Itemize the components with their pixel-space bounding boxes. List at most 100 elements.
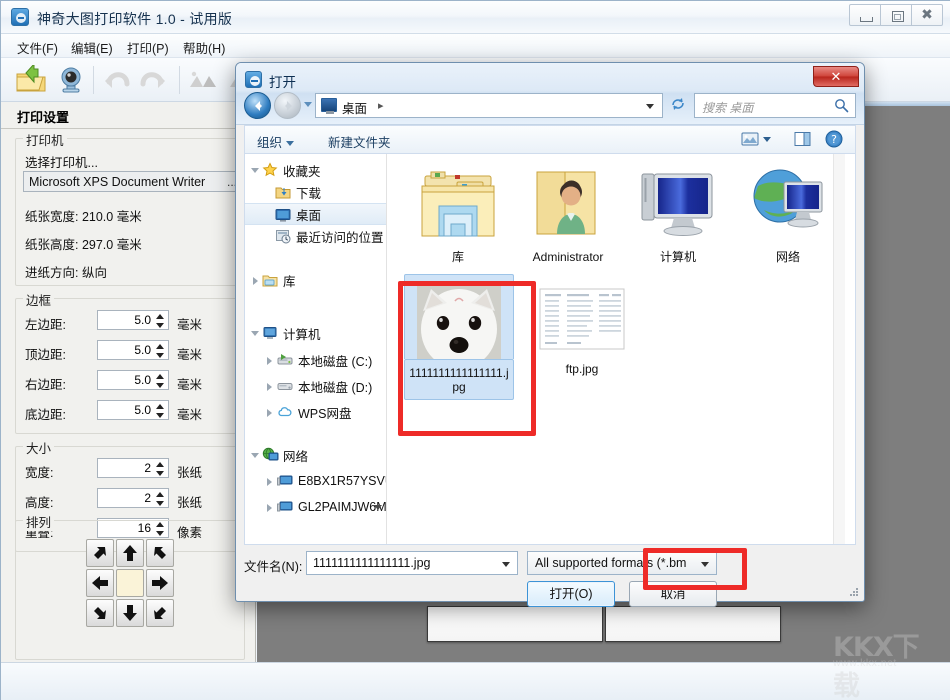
feed-direction-text: 进纸方向: 纵向 xyxy=(25,262,107,281)
width-input[interactable]: 2 xyxy=(97,458,169,478)
menu-item-help[interactable]: 帮助(H) xyxy=(183,38,225,57)
printer-select[interactable]: Microsoft XPS Document Writer ... xyxy=(23,171,241,192)
minimize-button[interactable] xyxy=(849,4,881,26)
filename-label: 文件名(N): xyxy=(244,556,302,575)
open-button[interactable]: 打开(O) xyxy=(527,581,615,607)
sidebar-item-network-host-2[interactable]: GL2PAIMJW6M xyxy=(245,496,387,518)
search-placeholder: 搜索 桌面 xyxy=(702,99,753,116)
arrow-down-right-icon[interactable] xyxy=(146,599,174,627)
chevron-collapsed-icon[interactable] xyxy=(267,478,272,486)
right-margin-stepper[interactable] xyxy=(156,373,165,389)
sidebar-item-wps-cloud[interactable]: WPS网盘 xyxy=(245,401,387,423)
filename-input[interactable]: 1111111111111111.jpg xyxy=(306,551,518,575)
arrow-forward-icon[interactable] xyxy=(274,92,301,119)
arrow-right-icon[interactable] xyxy=(146,569,174,597)
chevron-down-icon[interactable] xyxy=(304,102,312,107)
menu-item-print[interactable]: 打印(P) xyxy=(127,38,169,57)
search-input[interactable]: 搜索 桌面 xyxy=(694,93,856,118)
arrow-up-left-icon[interactable] xyxy=(86,539,114,567)
right-margin-input[interactable]: 5.0 xyxy=(97,370,169,390)
chevron-collapsed-icon[interactable] xyxy=(253,277,258,285)
sidebar-item-downloads[interactable]: 下载 xyxy=(245,181,387,203)
left-margin-input[interactable]: 5.0 xyxy=(97,310,169,330)
top-margin-input[interactable]: 5.0 xyxy=(97,340,169,360)
chevron-collapsed-icon[interactable] xyxy=(267,409,272,417)
navigation-pane[interactable]: 收藏夹 下载 桌面 xyxy=(245,154,387,544)
dialog-close-button[interactable]: ✕ xyxy=(813,66,859,87)
top-margin-stepper[interactable] xyxy=(156,343,165,359)
sidebar-item-favorites[interactable]: 收藏夹 xyxy=(245,159,387,181)
organize-menu[interactable]: 组织 xyxy=(257,132,294,151)
arrow-down-icon[interactable] xyxy=(116,599,144,627)
file-item-administrator[interactable]: Administrator xyxy=(514,162,622,264)
preview-pane-icon[interactable] xyxy=(794,131,811,147)
address-bar[interactable]: 桌面 ▸ xyxy=(315,93,663,118)
chevron-collapsed-icon[interactable] xyxy=(267,504,272,512)
chevron-collapsed-icon[interactable] xyxy=(267,383,272,391)
width-stepper[interactable] xyxy=(156,461,165,477)
file-item-network[interactable]: 网络 xyxy=(734,162,842,264)
arrow-left-icon[interactable] xyxy=(86,569,114,597)
image-flip-icon xyxy=(189,69,217,91)
open-folder-icon[interactable] xyxy=(15,65,47,95)
view-mode-dropdown-icon[interactable] xyxy=(763,137,771,142)
sidebar-scroll-down-icon[interactable] xyxy=(374,505,382,510)
file-item-photo[interactable]: 1111111111111111.jpg xyxy=(404,274,514,400)
file-type-filter[interactable]: All supported formats (*.bm xyxy=(527,551,717,575)
arrow-up-icon[interactable] xyxy=(116,539,144,567)
address-dropdown-icon[interactable] xyxy=(646,104,654,109)
bottom-margin-stepper[interactable] xyxy=(156,403,165,419)
sidebar-item-local-disk-c[interactable]: 本地磁盘 (C:) xyxy=(245,349,387,371)
arrow-back-icon[interactable] xyxy=(244,92,271,119)
bottom-margin-input[interactable]: 5.0 xyxy=(97,400,169,420)
file-pane-scrollbar[interactable] xyxy=(833,154,845,544)
chevron-collapsed-icon[interactable] xyxy=(267,357,272,365)
help-icon[interactable]: ? xyxy=(825,130,843,148)
library-folder-icon xyxy=(404,162,512,246)
view-mode-icon[interactable] xyxy=(741,131,759,147)
printer-group-label: 打印机 xyxy=(23,130,67,149)
cancel-button[interactable]: 取消 xyxy=(629,581,717,607)
center-cell[interactable] xyxy=(116,569,144,597)
maximize-button[interactable] xyxy=(880,4,912,26)
file-item-label: 网络 xyxy=(734,250,842,264)
arrow-down-left-icon[interactable] xyxy=(86,599,114,627)
file-item-computer[interactable]: 计算机 xyxy=(624,162,732,264)
height-stepper[interactable] xyxy=(156,491,165,507)
close-button[interactable]: ✖ xyxy=(911,4,943,26)
arrow-up-right-icon[interactable] xyxy=(146,539,174,567)
sidebar-item-label: 库 xyxy=(283,271,296,290)
file-type-dropdown-icon[interactable] xyxy=(701,562,709,567)
sidebar-item-label: 本地磁盘 (C:) xyxy=(298,351,372,370)
sidebar-item-desktop[interactable]: 桌面 xyxy=(245,203,387,225)
filename-dropdown-icon[interactable] xyxy=(502,562,510,567)
resize-grip[interactable] xyxy=(847,586,859,598)
panel-divider xyxy=(1,128,256,129)
chevron-expanded-icon[interactable] xyxy=(251,331,259,336)
height-input[interactable]: 2 xyxy=(97,488,169,508)
menu-item-file[interactable]: 文件(F) xyxy=(17,38,58,57)
chevron-expanded-icon[interactable] xyxy=(251,168,259,173)
network-computer-icon xyxy=(277,499,293,515)
chevron-expanded-icon[interactable] xyxy=(251,453,259,458)
left-margin-stepper[interactable] xyxy=(156,313,165,329)
new-folder-button[interactable]: 新建文件夹 xyxy=(328,132,391,151)
sidebar-item-label: 本地磁盘 (D:) xyxy=(298,377,372,396)
open-file-dialog: 打开 ✕ 桌面 ▸ 搜索 桌面 xyxy=(235,62,865,602)
document-thumbnail xyxy=(528,274,636,358)
camera-icon[interactable] xyxy=(56,65,86,95)
file-item-library[interactable]: 库 xyxy=(404,162,512,264)
file-list-pane[interactable]: 库 Administrator xyxy=(388,154,845,544)
refresh-icon[interactable] xyxy=(669,95,689,115)
sidebar-item-computer[interactable]: 计算机 xyxy=(245,322,387,344)
sidebar-item-network[interactable]: 网络 xyxy=(245,444,387,466)
top-margin-label: 顶边距: xyxy=(25,344,66,363)
sidebar-item-libraries[interactable]: 库 xyxy=(245,269,387,291)
file-item-ftp[interactable]: ftp.jpg xyxy=(528,274,636,376)
address-separator: ▸ xyxy=(378,99,384,112)
file-item-label-wrap: 1111111111111111.jpg xyxy=(404,359,514,400)
menu-item-edit[interactable]: 编辑(E) xyxy=(71,38,113,57)
sidebar-item-recent-places[interactable]: 最近访问的位置 xyxy=(245,225,387,247)
sidebar-item-local-disk-d[interactable]: 本地磁盘 (D:) xyxy=(245,375,387,397)
sidebar-item-network-host-1[interactable]: E8BX1R57YSVU xyxy=(245,470,387,492)
